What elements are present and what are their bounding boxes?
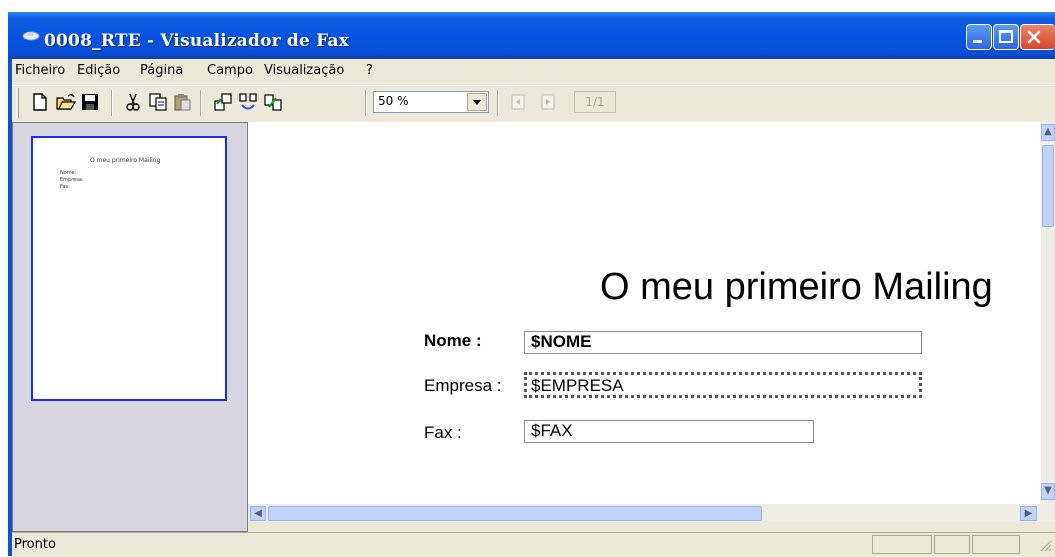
menu-help[interactable]: ? xyxy=(366,63,373,78)
status-panel xyxy=(972,535,1020,554)
scroll-down-icon[interactable]: ▼ xyxy=(1041,483,1055,500)
menu-ficheiro[interactable]: Ficheiro xyxy=(15,63,65,78)
toolbar xyxy=(12,85,1055,122)
fax-app-icon xyxy=(22,31,40,41)
horizontal-scroll-thumb[interactable] xyxy=(268,506,762,521)
thumbnail-line: Fax: xyxy=(60,184,71,190)
page-indicator: 1/1 xyxy=(574,91,616,113)
resize-grip-icon[interactable] xyxy=(1038,538,1052,552)
field-insert-icon[interactable] xyxy=(213,92,233,112)
field-label-nome: Nome : xyxy=(424,331,482,350)
open-icon[interactable] xyxy=(56,92,76,112)
scroll-right-icon[interactable]: ▶ xyxy=(1020,506,1037,521)
field-value-fax: $FAX xyxy=(531,421,573,440)
thumbnail-title: O meu primeiro Mailing xyxy=(90,157,161,164)
field-value-empresa: $EMPRESA xyxy=(531,376,624,395)
new-icon[interactable] xyxy=(30,92,50,112)
paste-icon[interactable] xyxy=(172,92,192,112)
vertical-scroll-thumb[interactable] xyxy=(1042,145,1054,227)
status-text: Pronto xyxy=(14,537,56,552)
field-value-nome: $NOME xyxy=(531,332,592,351)
maximize-icon xyxy=(999,30,1013,43)
window-title: 0008_RTE - Visualizador de Fax xyxy=(44,31,350,51)
close-icon xyxy=(1027,30,1041,44)
thumbnail-line: Empresa: xyxy=(60,177,84,183)
document-view[interactable] xyxy=(248,122,1041,522)
field-label-empresa: Empresa : xyxy=(424,376,502,395)
chevron-down-icon xyxy=(473,100,481,105)
toolbar-separator xyxy=(365,90,367,116)
status-panel xyxy=(872,535,932,554)
menu-pagina[interactable]: Página xyxy=(140,63,183,78)
toolbar-separator xyxy=(111,90,113,116)
save-icon[interactable] xyxy=(80,92,100,112)
copy-icon[interactable] xyxy=(148,92,168,112)
menu-visualizacao[interactable]: Visualização xyxy=(264,63,344,78)
scroll-up-icon[interactable]: ▲ xyxy=(1041,124,1055,141)
field-label-fax: Fax : xyxy=(424,423,462,442)
cut-icon[interactable] xyxy=(123,92,143,112)
close-button[interactable] xyxy=(1020,24,1055,50)
minimize-icon xyxy=(973,40,982,43)
menu-campo[interactable]: Campo xyxy=(207,63,253,78)
zoom-value: 50 % xyxy=(378,94,409,108)
status-panel xyxy=(934,535,970,554)
toolbar-grip[interactable] xyxy=(16,88,19,118)
field-link-icon[interactable] xyxy=(263,92,283,112)
thumbnail-line: Nome: xyxy=(60,170,77,176)
toolbar-separator xyxy=(200,90,202,116)
zoom-dropdown-button[interactable] xyxy=(467,93,487,111)
scroll-left-icon[interactable]: ◀ xyxy=(250,506,266,521)
next-page-icon[interactable] xyxy=(538,92,558,112)
prev-page-icon[interactable] xyxy=(508,92,528,112)
maximize-button[interactable] xyxy=(993,24,1019,50)
menu-edicao[interactable]: Edição xyxy=(77,63,120,78)
minimize-button[interactable] xyxy=(966,24,992,50)
field-refresh-icon[interactable] xyxy=(238,92,258,112)
document-title: O meu primeiro Mailing xyxy=(600,266,993,308)
toolbar-separator xyxy=(497,90,499,116)
